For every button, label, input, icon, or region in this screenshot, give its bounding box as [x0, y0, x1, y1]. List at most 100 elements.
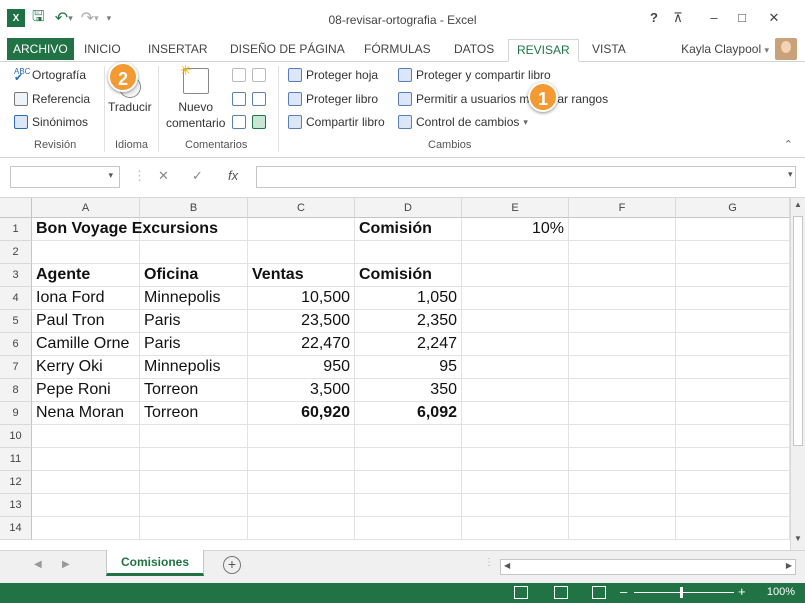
cell-e1[interactable]: 10%	[462, 218, 569, 241]
cell-f8[interactable]	[569, 379, 676, 402]
cell-g3[interactable]	[676, 264, 790, 287]
cell-a5[interactable]: Paul Tron	[32, 310, 140, 333]
nuevo-comentario-button[interactable]: ✳ Nuevo comentario	[166, 63, 225, 130]
cell-d5[interactable]: 2,350	[355, 310, 462, 333]
cell-a14[interactable]	[32, 517, 140, 540]
cell-c13[interactable]	[248, 494, 355, 517]
cell-c7[interactable]: 950	[248, 356, 355, 379]
tab-datos[interactable]: DATOS	[446, 39, 502, 62]
scroll-up-icon[interactable]: ▲	[792, 200, 804, 214]
cell-a12[interactable]	[32, 471, 140, 494]
cell-a4[interactable]: Iona Ford	[32, 287, 140, 310]
cell-b10[interactable]	[140, 425, 248, 448]
scroll-right-icon[interactable]: ▶	[786, 561, 792, 570]
proteger-hoja-button[interactable]: Proteger hoja	[288, 68, 378, 82]
cell-d3[interactable]: Comisión	[355, 264, 462, 287]
row-header[interactable]: 3	[0, 264, 32, 287]
compartir-libro-button[interactable]: Compartir libro	[288, 115, 385, 129]
cell-g5[interactable]	[676, 310, 790, 333]
cell-b13[interactable]	[140, 494, 248, 517]
cell-b3[interactable]: Oficina	[140, 264, 248, 287]
cell-a13[interactable]	[32, 494, 140, 517]
cell-g7[interactable]	[676, 356, 790, 379]
cell-b14[interactable]	[140, 517, 248, 540]
column-header-a[interactable]: A	[32, 198, 140, 218]
horizontal-scrollbar[interactable]: ◀ ▶	[500, 559, 796, 575]
cell-e11[interactable]	[462, 448, 569, 471]
cell-e6[interactable]	[462, 333, 569, 356]
cell-d10[interactable]	[355, 425, 462, 448]
cell-b11[interactable]	[140, 448, 248, 471]
cell-d11[interactable]	[355, 448, 462, 471]
cell-c10[interactable]	[248, 425, 355, 448]
cell-b6[interactable]: Paris	[140, 333, 248, 356]
cell-a7[interactable]: Kerry Oki	[32, 356, 140, 379]
tab-vista[interactable]: VISTA	[584, 39, 634, 62]
next-comment-icon[interactable]	[252, 92, 266, 106]
help-button[interactable]: ?	[644, 8, 664, 28]
tab-archivo[interactable]: ARCHIVO	[7, 38, 74, 60]
row-header[interactable]: 10	[0, 425, 32, 448]
cell-g8[interactable]	[676, 379, 790, 402]
expand-formula-bar-icon[interactable]: ▾	[788, 169, 793, 180]
column-header-b[interactable]: B	[140, 198, 248, 218]
column-header-e[interactable]: E	[462, 198, 569, 218]
tab-formulas[interactable]: FÓRMULAS	[356, 39, 439, 62]
cell-d7[interactable]: 95	[355, 356, 462, 379]
page-layout-view-icon[interactable]	[554, 586, 568, 599]
enter-icon[interactable]: ✓	[192, 168, 203, 184]
user-account[interactable]: Kayla Claypool ▾	[681, 42, 769, 56]
cell-a2[interactable]	[32, 241, 140, 264]
cell-b7[interactable]: Minnepolis	[140, 356, 248, 379]
ribbon-display-options-button[interactable]: ⊼	[668, 8, 688, 28]
cell-b1[interactable]	[140, 218, 248, 241]
avatar[interactable]	[775, 38, 797, 60]
show-ink-icon[interactable]	[252, 115, 266, 129]
cell-a9[interactable]: Nena Moran	[32, 402, 140, 425]
scrollbar-thumb[interactable]	[793, 216, 803, 446]
cell-d1[interactable]: Comisión	[355, 218, 462, 241]
proteger-libro-button[interactable]: Proteger libro	[288, 92, 378, 106]
tab-revisar[interactable]: REVISAR	[508, 39, 579, 62]
sheet-tab-comisiones[interactable]: Comisiones	[106, 550, 204, 576]
cell-c2[interactable]	[248, 241, 355, 264]
insert-function-icon[interactable]: fx	[228, 168, 238, 183]
cell-e9[interactable]	[462, 402, 569, 425]
maximize-button[interactable]: □	[732, 8, 752, 28]
cell-b2[interactable]	[140, 241, 248, 264]
column-header-d[interactable]: D	[355, 198, 462, 218]
cell-f10[interactable]	[569, 425, 676, 448]
cell-d8[interactable]: 350	[355, 379, 462, 402]
cell-e2[interactable]	[462, 241, 569, 264]
cell-e12[interactable]	[462, 471, 569, 494]
column-header-c[interactable]: C	[248, 198, 355, 218]
show-comments-icon[interactable]	[232, 115, 246, 129]
cell-f4[interactable]	[569, 287, 676, 310]
cell-a8[interactable]: Pepe Roni	[32, 379, 140, 402]
sheet-next-icon[interactable]: ▶	[62, 559, 70, 570]
cell-c6[interactable]: 22,470	[248, 333, 355, 356]
cell-a1[interactable]: Bon Voyage Excursions	[32, 218, 218, 241]
cell-d9[interactable]: 6,092	[355, 402, 462, 425]
cell-e10[interactable]	[462, 425, 569, 448]
control-de-cambios-button[interactable]: Control de cambios ▾	[398, 115, 528, 129]
scroll-down-icon[interactable]: ▼	[792, 534, 804, 548]
cancel-icon[interactable]: ✕	[158, 168, 169, 184]
cell-d6[interactable]: 2,247	[355, 333, 462, 356]
cell-f14[interactable]	[569, 517, 676, 540]
cell-f5[interactable]	[569, 310, 676, 333]
cell-g12[interactable]	[676, 471, 790, 494]
cell-e13[interactable]	[462, 494, 569, 517]
cell-a11[interactable]	[32, 448, 140, 471]
previous-comment-icon[interactable]	[232, 92, 246, 106]
zoom-out-icon[interactable]: –	[620, 584, 627, 599]
row-header[interactable]: 1	[0, 218, 32, 241]
cell-d13[interactable]	[355, 494, 462, 517]
row-header[interactable]: 8	[0, 379, 32, 402]
formula-input[interactable]	[256, 166, 796, 188]
proteger-compartir-button[interactable]: Proteger y compartir libro	[398, 68, 551, 82]
cell-f6[interactable]	[569, 333, 676, 356]
cell-c11[interactable]	[248, 448, 355, 471]
select-all-corner[interactable]	[0, 198, 32, 218]
zoom-in-icon[interactable]: +	[738, 584, 746, 599]
